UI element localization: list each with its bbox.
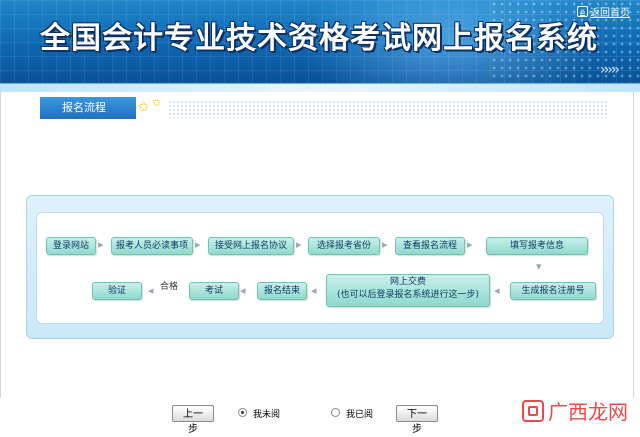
radio-read[interactable]: [331, 408, 340, 417]
arrow-left-icon: ◂: [148, 284, 154, 297]
home-link-label[interactable]: 返回首页: [590, 4, 630, 19]
watermark-text: 广西龙网: [548, 400, 628, 424]
watermark: 广西龙网: [522, 396, 628, 425]
header-banner: 全国会计专业技术资格考试网上报名系统 ⌂ 返回首页 ›››››: [0, 0, 640, 92]
step-online-payment: 网上交费 (也可以后登录报名系统进行这一步): [326, 274, 490, 307]
arrow-right-icon: ▸: [467, 238, 473, 251]
home-link[interactable]: ⌂ 返回首页: [577, 4, 630, 19]
page-title: 全国会计专业技术资格考试网上报名系统: [40, 21, 598, 56]
section-tab-label: 报名流程: [62, 101, 106, 114]
radio-unread-label[interactable]: 我未阅: [253, 407, 280, 420]
step-view-process: 查看报名流程: [395, 237, 465, 255]
home-icon: ⌂: [577, 6, 588, 17]
arrow-right-icon: ▸: [98, 238, 104, 251]
radio-unread[interactable]: [238, 408, 247, 417]
arrow-left-icon: ◂: [240, 284, 246, 297]
banner-stripe: [0, 83, 640, 92]
star-icon: ✩: [152, 96, 162, 109]
step-accept-agreement: 接受网上报名协议: [208, 237, 294, 255]
arrow-right-icon: ▸: [195, 238, 201, 251]
step-registration-end: 报名结束: [257, 282, 307, 300]
arrow-left-icon: ◂: [494, 284, 500, 297]
prev-button[interactable]: 上一步: [172, 405, 214, 435]
watermark-logo-icon: [522, 399, 544, 422]
arrow-right-icon: ▸: [382, 238, 388, 251]
radio-read-label[interactable]: 我已阅: [346, 407, 373, 420]
section-tab: 报名流程: [40, 97, 136, 119]
payment-label: 网上交费: [389, 277, 426, 287]
step-read-notice: 报考人员必读事项: [111, 237, 193, 255]
pass-label: 合格: [160, 282, 179, 292]
tab-dotted-band: [168, 100, 608, 118]
payment-note: (也可以后登录报名系统进行这一步): [336, 290, 480, 300]
step-choose-province: 选择报考省份: [308, 237, 380, 255]
step-fill-info: 填写报考信息: [486, 237, 588, 255]
flow-inner-panel: [36, 212, 604, 324]
arrow-down-icon: ▾: [536, 260, 542, 273]
star-icon: ✩: [138, 100, 149, 115]
step-exam: 考试: [189, 282, 239, 300]
next-button[interactable]: 下一步: [396, 405, 438, 435]
step-login: 登录网站: [46, 237, 96, 255]
step-verify: 验证: [92, 282, 142, 300]
decorative-arrows-icon: ›››››: [600, 62, 620, 78]
arrow-right-icon: ▸: [296, 238, 302, 251]
arrow-left-icon: ◂: [311, 284, 317, 297]
step-generate-number: 生成报名注册号: [510, 282, 596, 300]
